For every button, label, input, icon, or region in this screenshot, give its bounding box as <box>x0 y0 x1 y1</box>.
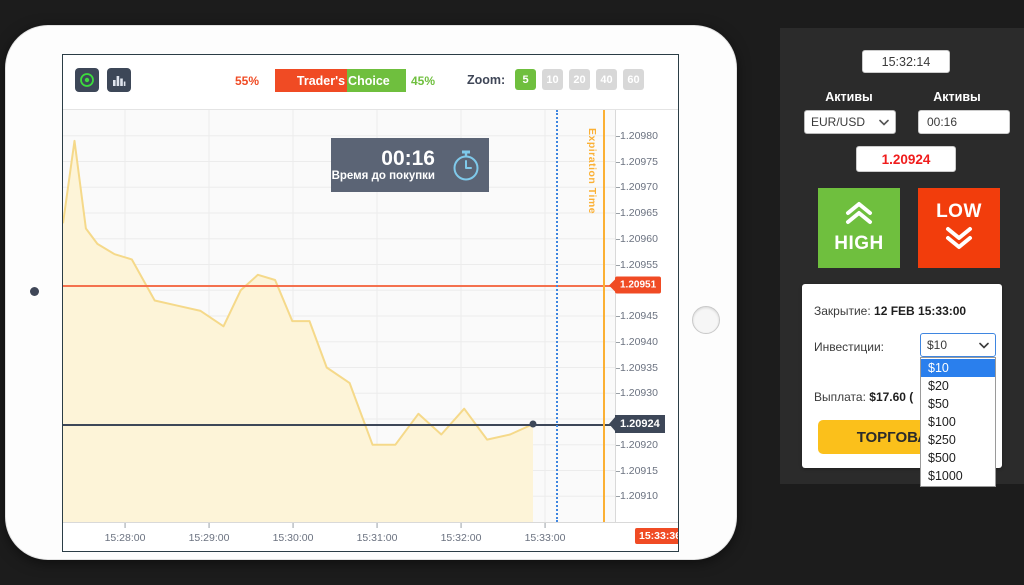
trade-details-card: Закрытие: 12 FEB 15:33:00 Инвестиции: Вы… <box>802 284 1002 487</box>
screen-root: 55% Trader's Choice 45% Zoom: 5 10 20 40 60 <box>0 0 1024 585</box>
current-price-badge-value: 1.20924 <box>620 418 660 431</box>
purchase-deadline-line <box>556 110 558 522</box>
current-time-badge: 15:33:36 <box>634 528 678 544</box>
double-chevron-down-icon <box>944 226 974 255</box>
x-axis-tick: 15:31:00 <box>356 523 398 544</box>
y-axis-tick: 1.20945 <box>616 310 658 322</box>
payout-label: Выплата: <box>814 390 866 404</box>
investment-option[interactable]: $10 <box>921 359 995 377</box>
traders-choice-percent-right: 45% <box>411 74 436 88</box>
chart-body: Expiration Time 1.20980 1.20975 1.20970 1.2… <box>63 109 678 551</box>
zoom-button-group: 5 10 20 40 60 <box>515 69 644 90</box>
y-axis-tick: 1.20915 <box>616 464 658 477</box>
investment-option[interactable]: $1000 <box>921 467 995 485</box>
strike-price-badge-value: 1.20951 <box>620 279 657 291</box>
x-axis-tick: 15:29:00 <box>188 523 230 544</box>
investment-option[interactable]: $250 <box>921 431 995 449</box>
countdown-text-block: 00:16 Время до покупки <box>331 146 443 183</box>
zoom-label: Zoom: <box>467 73 506 87</box>
chevron-down-icon <box>879 119 889 126</box>
assets-label-right: Активы <box>933 90 981 104</box>
zoom-button-5[interactable]: 5 <box>515 69 536 90</box>
zoom-button-20[interactable]: 20 <box>569 69 590 90</box>
tablet-screen: 55% Trader's Choice 45% Zoom: 5 10 20 40 60 <box>62 54 679 552</box>
stopwatch-icon <box>443 147 489 183</box>
y-axis-tick: 1.20940 <box>616 335 658 348</box>
traders-choice-label-right: Choice <box>347 69 406 92</box>
expiry-time-field[interactable]: 00:16 <box>918 110 1010 134</box>
countdown-time: 00:16 <box>381 146 435 170</box>
countdown-caption: Время до покупки <box>331 170 435 183</box>
payout-row: Выплата: $17.60 ( <box>814 390 913 404</box>
investment-select[interactable]: $10 <box>920 333 996 357</box>
y-axis-tick: 1.20930 <box>616 387 658 400</box>
strike-price-line <box>63 285 615 287</box>
high-button[interactable]: HIGH <box>818 188 900 268</box>
assets-label-left: Активы <box>825 90 873 104</box>
low-button[interactable]: LOW <box>918 188 1000 268</box>
traders-choice-label-left: Trader's <box>275 69 348 92</box>
y-axis-tick: 1.20910 <box>616 490 658 503</box>
expiration-time-line <box>603 110 605 522</box>
x-axis-tick: 15:30:00 <box>272 523 314 544</box>
tablet-camera <box>30 287 39 296</box>
target-icon[interactable] <box>75 68 99 92</box>
traders-choice-bar: Trader's Choice <box>275 69 406 92</box>
investment-option[interactable]: $50 <box>921 395 995 413</box>
close-time-value: 12 FEB 15:33:00 <box>874 304 967 318</box>
strike-price-badge: 1.20951 <box>609 276 662 294</box>
purchase-countdown-overlay: 00:16 Время до покупки <box>331 138 489 192</box>
asset-select[interactable]: EUR/USD <box>804 110 896 134</box>
double-chevron-up-icon <box>844 201 874 230</box>
y-axis-tick: 1.20975 <box>616 155 658 168</box>
zoom-button-40[interactable]: 40 <box>596 69 617 90</box>
x-axis: 15:28:00 15:29:00 15:30:00 15:31:00 15:32:00… <box>63 522 678 551</box>
trading-side-panel: 15:32:14 Активы Активы EUR/USD 00:16 1.2… <box>780 28 1024 487</box>
y-axis-tick: 1.20980 <box>616 129 658 142</box>
asset-select-value: EUR/USD <box>811 115 866 129</box>
badge-arrow-strike <box>609 279 615 292</box>
y-axis-tick: 1.20965 <box>616 207 658 219</box>
investment-select-value: $10 <box>927 338 948 352</box>
zoom-button-10[interactable]: 10 <box>542 69 563 90</box>
close-time-row: Закрытие: 12 FEB 15:33:00 <box>814 304 966 318</box>
current-price-dot <box>529 420 537 428</box>
high-button-label: HIGH <box>834 233 884 254</box>
investment-options-dropdown[interactable]: $10 $20 $50 $100 $250 $500 $1000 <box>920 357 996 487</box>
y-axis-tick: 1.20920 <box>616 438 658 451</box>
investment-option[interactable]: $500 <box>921 449 995 467</box>
y-axis-tick: 1.20960 <box>616 232 658 245</box>
x-axis-tick: 15:28:00 <box>104 523 146 544</box>
badge-arrow-current <box>609 416 616 433</box>
server-clock: 15:32:14 <box>862 50 950 73</box>
payout-value: $17.60 ( <box>869 390 914 404</box>
chart-toolbar: 55% Trader's Choice 45% Zoom: 5 10 20 40 60 <box>63 55 678 109</box>
zoom-button-60[interactable]: 60 <box>623 69 644 90</box>
tablet-home-button[interactable] <box>692 306 720 334</box>
investment-option[interactable]: $100 <box>921 413 995 431</box>
x-axis-tick: 15:32:00 <box>440 523 482 544</box>
bar-chart-icon[interactable] <box>107 68 131 92</box>
expiration-time-label: Expiration Time <box>586 128 598 215</box>
live-price-display: 1.20924 <box>856 146 956 172</box>
y-axis-tick: 1.20935 <box>616 361 658 374</box>
tablet-device-frame: 55% Trader's Choice 45% Zoom: 5 10 20 40 60 <box>6 26 736 559</box>
y-axis: 1.20980 1.20975 1.20970 1.20965 1.20960 1.209… <box>615 110 678 522</box>
chevron-down-icon <box>979 342 989 349</box>
current-price-badge: 1.20924 <box>609 415 665 434</box>
investment-label: Инвестиции: <box>814 340 884 354</box>
low-button-label: LOW <box>936 201 982 222</box>
investment-option[interactable]: $20 <box>921 377 995 395</box>
y-axis-tick: 1.20955 <box>616 258 658 271</box>
close-time-label: Закрытие: <box>814 304 871 318</box>
x-axis-tick: 15:33:00 <box>524 523 566 544</box>
y-axis-tick: 1.20970 <box>616 181 658 194</box>
traders-choice-percent-left: 55% <box>235 74 260 88</box>
